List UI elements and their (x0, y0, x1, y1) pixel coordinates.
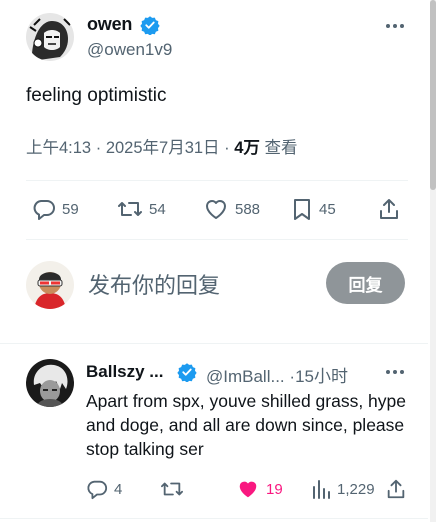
reply-share-button[interactable] (385, 478, 407, 500)
reply-count: 59 (62, 200, 79, 218)
repost-button[interactable]: 54 (117, 197, 166, 221)
views-count: 4万 (234, 139, 260, 157)
reply-handle[interactable]: @ImBall... (206, 367, 285, 386)
reply-button[interactable]: 59 (32, 197, 79, 221)
reply-time[interactable]: 15小时 (295, 367, 348, 386)
repost-icon (118, 202, 142, 216)
more-icon[interactable] (386, 24, 404, 28)
reply-icon (87, 480, 108, 500)
reply-views-count: 1,229 (337, 480, 375, 498)
bookmark-button[interactable]: 45 (291, 197, 336, 221)
reply-reply-button[interactable]: 4 (86, 478, 122, 500)
share-button[interactable] (377, 197, 401, 221)
author-name[interactable]: owen (87, 14, 132, 35)
current-user-avatar (26, 261, 74, 309)
like-icon (206, 200, 226, 219)
reply-input[interactable]: 发布你的回复 (88, 268, 220, 300)
reply-views-button[interactable]: 1,229 (311, 478, 375, 500)
author-avatar[interactable] (26, 13, 74, 61)
tweet-meta: 上午4:13 · 2025年7月31日 · 4万 查看 (26, 134, 298, 158)
views-icon (313, 480, 330, 499)
meta-separator: · (224, 139, 230, 157)
tweet-time[interactable]: 上午4:13 (26, 139, 91, 157)
scrollbar-thumb[interactable] (430, 0, 436, 190)
tweet-text: feeling optimistic (26, 85, 167, 106)
like-button[interactable]: 588 (203, 197, 260, 221)
reply-text: Apart from spx, youve shilled grass, hyp… (86, 391, 407, 459)
share-icon (380, 199, 398, 219)
reply-repost-button[interactable] (160, 478, 190, 500)
share-icon (387, 479, 405, 499)
author-handle[interactable]: @owen1v9 (87, 40, 172, 60)
divider (0, 343, 428, 344)
reply-like-button[interactable]: 19 (236, 478, 283, 500)
tweet-date[interactable]: 2025年7月31日 (106, 139, 220, 157)
reply-reply-count: 4 (114, 480, 123, 498)
meta-separator: · (95, 139, 102, 157)
divider (0, 518, 428, 519)
like-icon (239, 481, 257, 498)
more-icon[interactable] (386, 370, 404, 374)
page-scrollbar[interactable] (430, 0, 436, 522)
reply-author-handle: @ImBall... ·15小时 (206, 362, 348, 387)
reply-author-avatar[interactable] (26, 359, 74, 407)
bookmark-count: 45 (319, 200, 336, 218)
verified-badge-icon (140, 16, 160, 35)
reply-icon (33, 200, 55, 220)
verified-badge-icon (177, 363, 197, 382)
bookmark-icon (294, 199, 310, 220)
repost-count: 54 (149, 200, 166, 218)
divider (26, 239, 408, 240)
divider (26, 180, 408, 181)
reply-submit-button[interactable]: 回复 (326, 262, 405, 304)
repost-icon (161, 482, 183, 496)
reply-like-count: 19 (266, 480, 283, 498)
views-label: 查看 (264, 139, 298, 157)
like-count: 588 (235, 200, 261, 218)
reply-author-name[interactable]: Ballszy ... (86, 362, 163, 382)
